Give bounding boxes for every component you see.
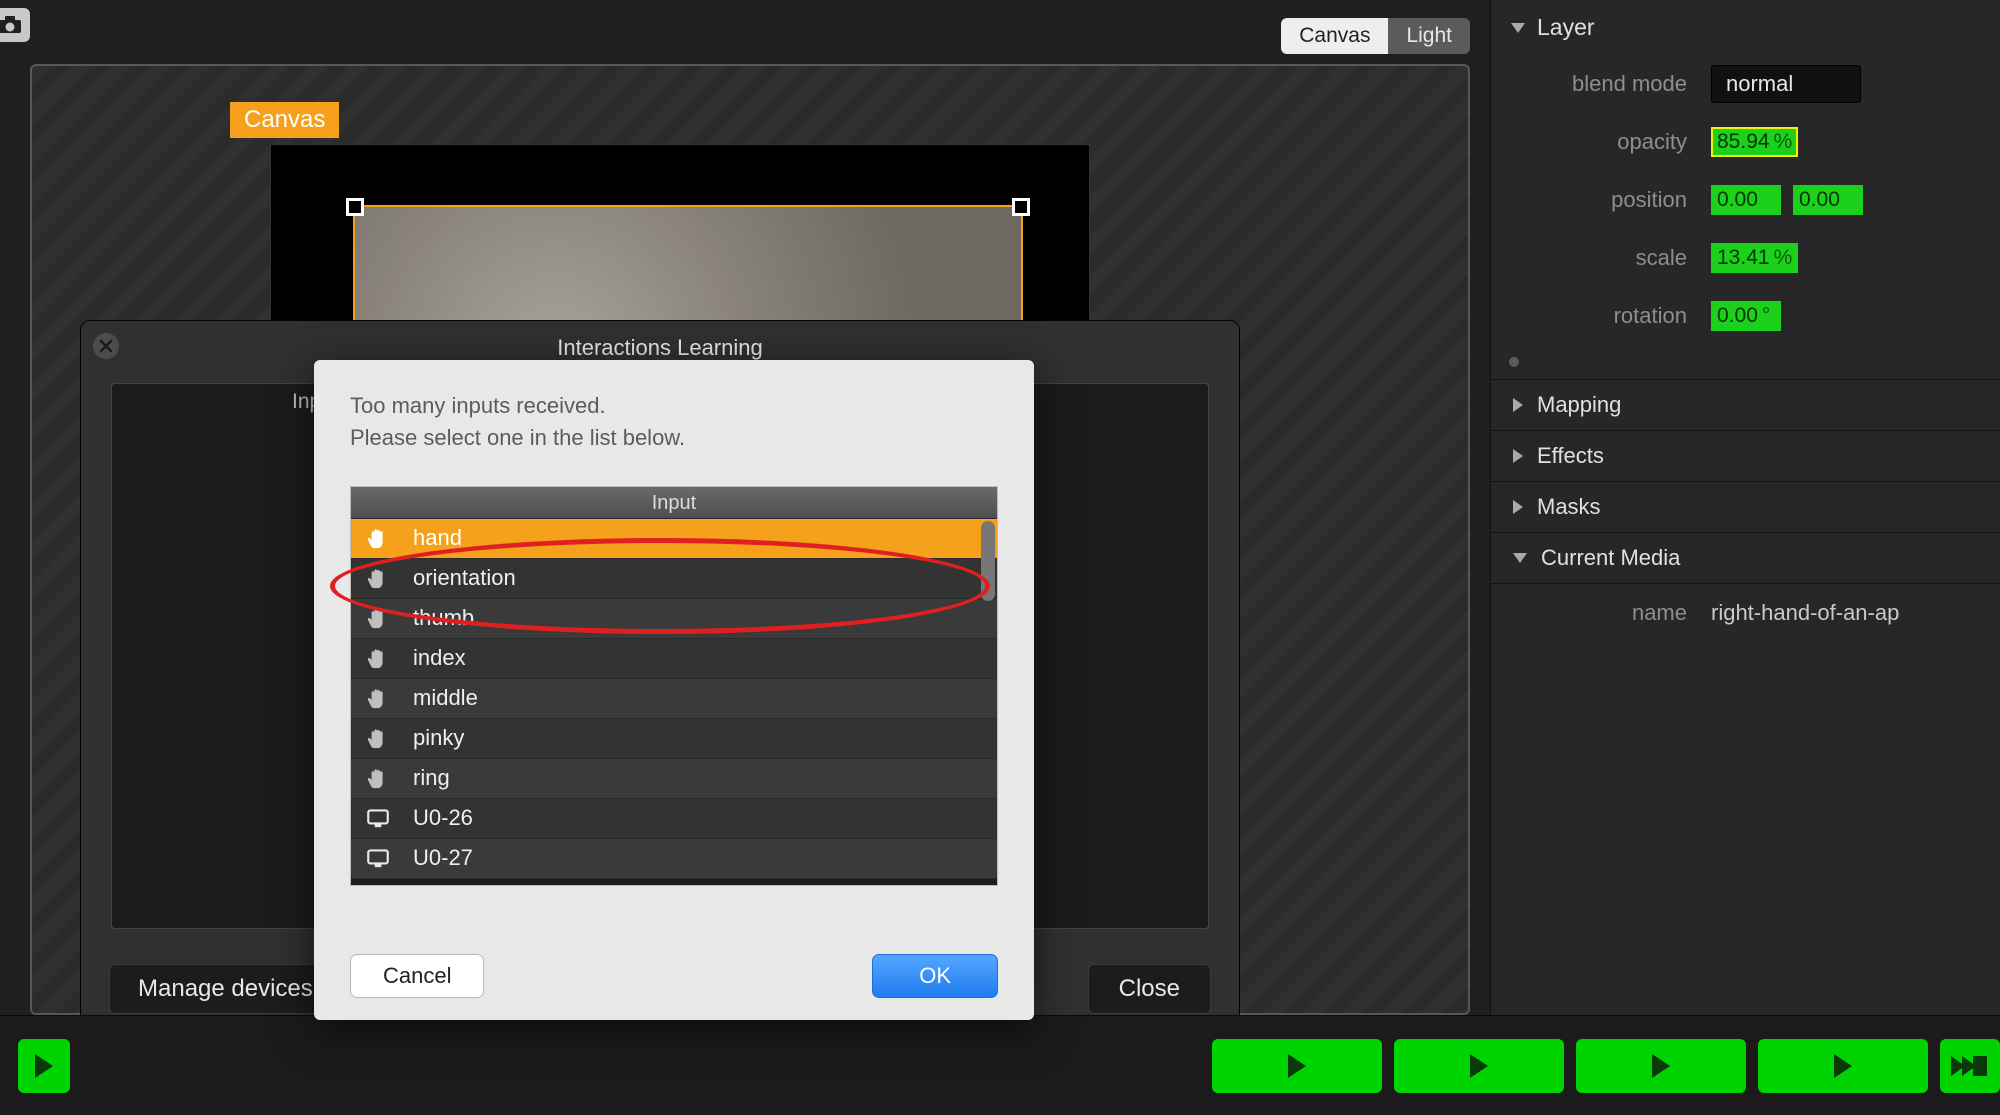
- clip-play-button[interactable]: [1576, 1039, 1746, 1093]
- play-icon: [1470, 1054, 1488, 1078]
- list-item[interactable]: index: [351, 639, 997, 679]
- fast-forward-icon: [1954, 1056, 1987, 1076]
- mapping-label: Mapping: [1537, 392, 1621, 418]
- fast-forward-button[interactable]: [1940, 1039, 2000, 1093]
- network-icon: [365, 845, 391, 871]
- hand-icon: [365, 565, 391, 591]
- hand-icon: [365, 605, 391, 631]
- listbox-header: Input: [351, 487, 997, 519]
- listbox-scroll[interactable]: hand orientation thumb index middle pinky ring…: [351, 519, 997, 885]
- disclosure-right-icon: [1513, 398, 1523, 412]
- hand-icon: [365, 765, 391, 791]
- masks-section[interactable]: Masks: [1491, 481, 2000, 532]
- hand-icon: [365, 645, 391, 671]
- clip-play-button[interactable]: [1212, 1039, 1382, 1093]
- seg-light[interactable]: Light: [1388, 18, 1470, 54]
- layer-section-header[interactable]: Layer: [1491, 0, 2000, 55]
- play-icon: [35, 1054, 53, 1078]
- disclosure-down-icon: [1511, 23, 1525, 33]
- list-item-label: U0-26: [413, 805, 473, 831]
- disclosure-right-icon: [1513, 449, 1523, 463]
- resize-handle-tl[interactable]: [346, 198, 364, 216]
- ok-button[interactable]: OK: [872, 954, 998, 998]
- list-item-label: thumb: [413, 605, 474, 631]
- keyframe-dot-icon: [1509, 357, 1519, 367]
- opacity-label: opacity: [1491, 129, 1711, 155]
- position-x-field[interactable]: 0.00: [1711, 185, 1781, 215]
- hand-icon: [365, 725, 391, 751]
- view-mode-switch[interactable]: Canvas Light: [1281, 18, 1470, 54]
- list-item-label: hand: [413, 525, 462, 551]
- hand-icon: [365, 685, 391, 711]
- list-item-label: U0-27: [413, 845, 473, 871]
- list-item-label: middle: [413, 685, 478, 711]
- opacity-unit: %: [1774, 130, 1793, 153]
- effects-section[interactable]: Effects: [1491, 430, 2000, 481]
- timeline-bar: [0, 1015, 2000, 1115]
- play-icon: [1652, 1054, 1670, 1078]
- play-button[interactable]: [18, 1039, 70, 1093]
- scale-unit: %: [1774, 246, 1793, 269]
- list-item[interactable]: U0-27: [351, 839, 997, 879]
- position-label: position: [1491, 187, 1711, 213]
- rotation-unit: °: [1762, 304, 1770, 327]
- camera-button[interactable]: [0, 8, 30, 42]
- dialog-message-line2: Please select one in the list below.: [350, 422, 998, 454]
- scale-label: scale: [1491, 245, 1711, 271]
- list-item[interactable]: U0-26: [351, 799, 997, 839]
- blend-mode-label: blend mode: [1491, 71, 1711, 97]
- current-media-section[interactable]: Current Media: [1491, 532, 2000, 584]
- list-item[interactable]: middle: [351, 679, 997, 719]
- list-item[interactable]: pinky: [351, 719, 997, 759]
- input-listbox: Input hand orientation thumb index middle pin…: [350, 486, 998, 886]
- rotation-label: rotation: [1491, 303, 1711, 329]
- clip-play-button[interactable]: [1758, 1039, 1928, 1093]
- list-item[interactable]: ring: [351, 759, 997, 799]
- opacity-field[interactable]: 85.94%: [1711, 127, 1798, 157]
- list-item[interactable]: hand: [351, 519, 997, 559]
- media-name-value: right-hand-of-an-ap: [1711, 600, 1899, 626]
- close-button[interactable]: Close: [1088, 964, 1211, 1014]
- rotation-value: 0.00: [1717, 304, 1758, 327]
- input-selection-dialog: Too many inputs received. Please select …: [314, 360, 1034, 1020]
- media-name-label: name: [1491, 600, 1711, 626]
- list-item-label: pinky: [413, 725, 464, 751]
- resize-handle-tr[interactable]: [1012, 198, 1030, 216]
- effects-label: Effects: [1537, 443, 1604, 469]
- canvas-tag: Canvas: [230, 102, 339, 138]
- seg-canvas[interactable]: Canvas: [1281, 18, 1388, 54]
- clip-play-button[interactable]: [1394, 1039, 1564, 1093]
- current-media-label: Current Media: [1541, 545, 1680, 571]
- list-item-label: index: [413, 645, 466, 671]
- mapping-section[interactable]: Mapping: [1491, 379, 2000, 430]
- disclosure-down-icon: [1513, 553, 1527, 563]
- play-icon: [1288, 1054, 1306, 1078]
- hand-icon: [365, 525, 391, 551]
- masks-label: Masks: [1537, 494, 1601, 520]
- scale-value: 13.41: [1717, 246, 1770, 269]
- list-item-label: orientation: [413, 565, 516, 591]
- list-item[interactable]: orientation: [351, 559, 997, 599]
- layer-header-label: Layer: [1537, 14, 1595, 41]
- play-icon: [1834, 1054, 1852, 1078]
- disclosure-right-icon: [1513, 500, 1523, 514]
- inspector-panel: Layer blend mode normal opacity 85.94% p…: [1490, 0, 2000, 1015]
- list-item-label: ring: [413, 765, 450, 791]
- scale-field[interactable]: 13.41%: [1711, 243, 1798, 273]
- position-y-field[interactable]: 0.00: [1793, 185, 1863, 215]
- list-item[interactable]: thumb: [351, 599, 997, 639]
- scrollbar-thumb[interactable]: [981, 521, 995, 601]
- cancel-button[interactable]: Cancel: [350, 954, 484, 998]
- panel-title: Interactions Learning: [81, 335, 1239, 361]
- opacity-value: 85.94: [1717, 130, 1770, 153]
- rotation-field[interactable]: 0.00°: [1711, 301, 1781, 331]
- network-icon: [365, 805, 391, 831]
- blend-mode-select[interactable]: normal: [1711, 65, 1861, 103]
- dialog-message-line1: Too many inputs received.: [350, 390, 998, 422]
